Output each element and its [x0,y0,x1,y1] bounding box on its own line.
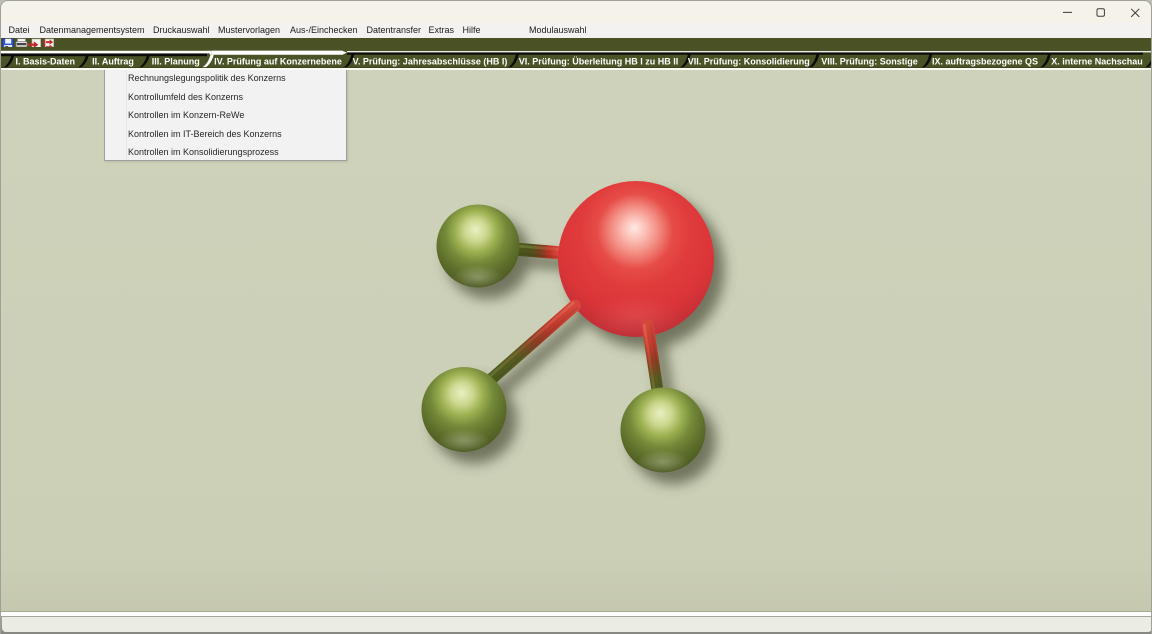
svg-text:VI. Prüfung: Überleitung HB I: VI. Prüfung: Überleitung HB I zu HB II [519,56,679,66]
svg-text:II. Auftrag: II. Auftrag [92,56,134,66]
svg-text:V. Prüfung: Jahresabschlüsse (: V. Prüfung: Jahresabschlüsse (HB I) [353,56,508,66]
svg-text:X. interne Nachschau: X. interne Nachschau [1051,56,1143,66]
svg-text:III. Planung: III. Planung [152,56,200,66]
svg-text:I. Basis-Daten: I. Basis-Daten [16,56,76,66]
svg-text:VII. Prüfung: Konsolidierung: VII. Prüfung: Konsolidierung [688,56,810,66]
svg-text:VIII. Prüfung: Sonstige: VIII. Prüfung: Sonstige [821,56,918,66]
svg-text:IX. auftragsbezogene QS: IX. auftragsbezogene QS [932,56,1038,66]
svg-text:IV. Prüfung auf Konzernebene: IV. Prüfung auf Konzernebene [214,56,342,66]
